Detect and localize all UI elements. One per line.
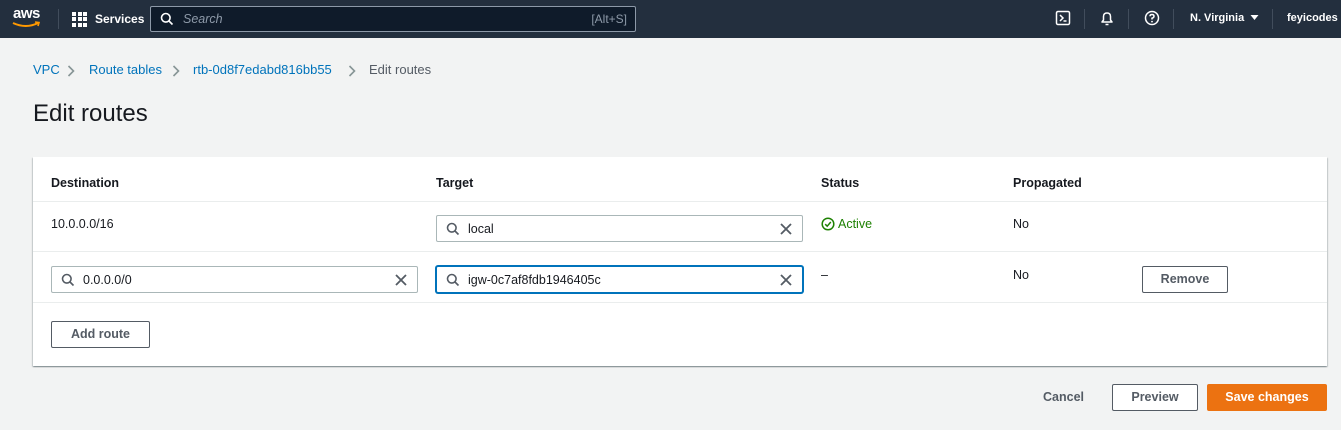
destination-value: 0.0.0.0/0 (83, 273, 132, 287)
aws-smile-icon (12, 21, 41, 27)
target-value: igw-0c7af8fdb1946405c (468, 273, 601, 287)
cloudshell-icon[interactable] (1055, 10, 1071, 26)
remove-button[interactable]: Remove (1142, 266, 1228, 293)
account-name: feyicodes (1287, 12, 1338, 24)
region-selector[interactable]: N. Virginia (1190, 12, 1259, 24)
search-icon (61, 273, 75, 287)
save-changes-button[interactable]: Save changes (1207, 384, 1327, 411)
search-icon (160, 12, 174, 26)
nav-divider (1128, 9, 1129, 29)
target-input[interactable]: local (436, 215, 803, 242)
help-icon[interactable] (1144, 10, 1160, 26)
column-header-target: Target (436, 176, 474, 190)
status-text: – (821, 268, 828, 282)
chevron-right-icon (172, 65, 180, 77)
chevron-right-icon (348, 65, 356, 77)
services-menu-button[interactable]: Services (72, 9, 144, 29)
divider (33, 251, 1327, 252)
propagated-value: No (1013, 268, 1029, 282)
aws-logo-text: aws (13, 5, 40, 22)
target-value: local (468, 222, 494, 236)
search-icon (446, 222, 460, 236)
search-shortcut: [Alt+S] (591, 12, 627, 26)
page-title: Edit routes (33, 100, 148, 127)
routes-panel: Destination Target Status Propagated 10.… (33, 157, 1327, 366)
search-icon (446, 273, 460, 287)
preview-button[interactable]: Preview (1112, 384, 1198, 411)
search-placeholder: Search (183, 12, 223, 26)
column-header-status: Status (821, 176, 860, 190)
nav-divider (1084, 9, 1085, 29)
nav-divider (1272, 9, 1273, 29)
status-text: Active (838, 217, 873, 231)
nav-divider (1173, 9, 1174, 29)
add-route-button[interactable]: Add route (51, 321, 150, 348)
services-label: Services (95, 12, 145, 26)
chevron-right-icon (67, 65, 75, 77)
breadcrumb-vpc[interactable]: VPC (33, 62, 60, 77)
account-menu[interactable]: feyicodes (1287, 12, 1341, 24)
divider (33, 302, 1327, 303)
breadcrumb-current: Edit routes (369, 62, 432, 77)
caret-down-icon (1250, 15, 1259, 20)
nav-divider (58, 9, 59, 29)
breadcrumb-route-tables[interactable]: Route tables (89, 62, 162, 77)
top-navigation: aws Services Search [Alt+S] N. Virginia … (0, 0, 1341, 38)
target-input[interactable]: igw-0c7af8fdb1946405c (436, 266, 803, 293)
clear-icon[interactable] (779, 273, 793, 287)
search-input[interactable]: Search [Alt+S] (150, 6, 636, 32)
column-header-destination: Destination (51, 176, 120, 190)
divider (33, 201, 1327, 202)
column-header-propagated: Propagated (1013, 176, 1082, 190)
check-circle-icon (821, 217, 835, 231)
clear-icon[interactable] (779, 222, 793, 236)
cancel-button[interactable]: Cancel (1043, 390, 1084, 404)
clear-icon[interactable] (394, 273, 408, 287)
destination-input[interactable]: 0.0.0.0/0 (51, 266, 418, 293)
aws-logo[interactable]: aws (12, 5, 44, 31)
grid-icon (72, 11, 87, 27)
status-badge: Active (821, 217, 872, 231)
bell-icon[interactable] (1099, 10, 1115, 26)
destination-value: 10.0.0.0/16 (51, 217, 114, 231)
propagated-value: No (1013, 217, 1029, 231)
breadcrumb-route-table-id[interactable]: rtb-0d8f7edabd816bb55 (193, 62, 332, 77)
region-label: N. Virginia (1190, 12, 1245, 24)
